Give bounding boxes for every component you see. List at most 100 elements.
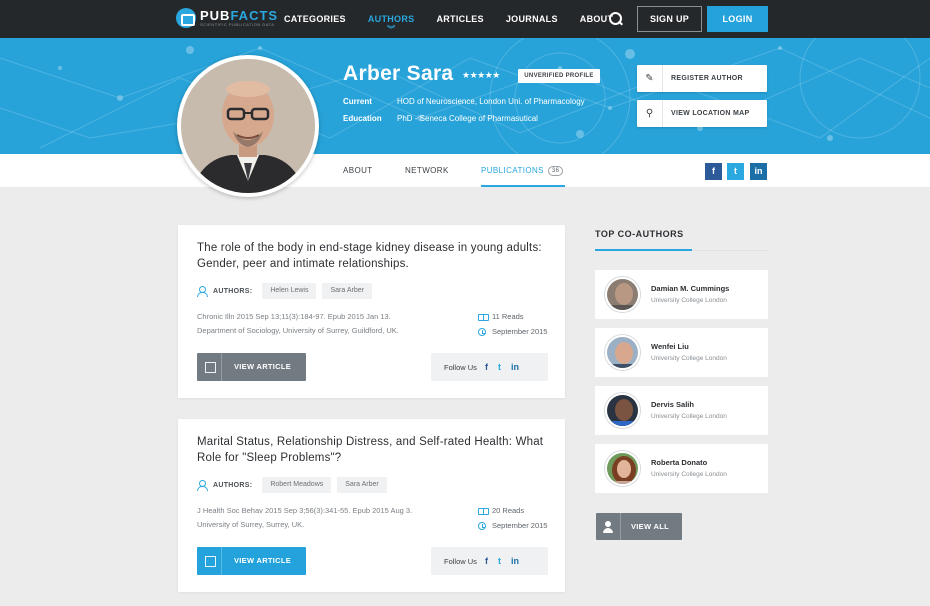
view-all-coauthors-button[interactable]: VIEW ALL [596, 513, 682, 540]
affiliation-text: University of Surrey, Surrey, UK. [197, 520, 305, 529]
author-chip[interactable]: Helen Lewis [262, 283, 317, 299]
author-photo [181, 59, 315, 193]
login-button[interactable]: LOGIN [707, 6, 768, 32]
profile-tabs: ABOUT NETWORK PUBLICATIONS 36 [0, 154, 930, 187]
nav-journals[interactable]: JOURNALS [506, 0, 558, 38]
nav-authors-label: AUTHORS [367, 14, 415, 24]
network-background-graphic [0, 38, 930, 154]
main-nav: CATEGORIES AUTHORS ︾ ARTICLES JOURNALS AB… [284, 0, 635, 38]
map-pin-icon: ⚲ [637, 100, 663, 127]
section-underline [595, 249, 692, 251]
logo-icon [176, 8, 196, 28]
coauthor-avatar [605, 277, 640, 312]
nav-articles[interactable]: ARTICLES [436, 0, 483, 38]
search-icon[interactable] [608, 11, 624, 27]
citation-text: J Health Soc Behav 2015 Sep 3;56(3):341-… [197, 506, 413, 515]
coauthor-affiliation: University College London [651, 413, 727, 420]
coauthor-avatar [605, 393, 640, 428]
tab-about[interactable]: ABOUT [343, 154, 373, 187]
publication-date: September 2015 [478, 327, 547, 336]
active-indicator-icon: ︾ [387, 25, 396, 34]
book-icon [197, 547, 222, 575]
coauthor-name: Dervis Salih [651, 400, 694, 409]
glasses-icon [478, 313, 489, 321]
coauthor-card[interactable]: Roberta Donato University College London [595, 444, 768, 493]
facebook-icon[interactable]: f [485, 556, 488, 566]
rating-stars: ★★★★★ [462, 70, 500, 80]
unverified-profile-badge: UNVERIFIED PROFILE [518, 69, 600, 83]
person-icon [197, 480, 208, 491]
logo-name: PUBFACTS [200, 7, 279, 23]
linkedin-icon[interactable]: in [750, 163, 767, 180]
publications-count-badge: 36 [547, 166, 564, 176]
linkedin-icon[interactable]: in [511, 362, 519, 372]
current-label: Current [343, 97, 372, 106]
coauthor-card[interactable]: Dervis Salih University College London [595, 386, 768, 435]
authors-label: AUTHORS: [213, 287, 253, 295]
view-location-map-label: VIEW LOCATION MAP [671, 110, 750, 117]
top-navigation-bar: PUBFACTS SCIENTIFIC PUBLICATION DATA CAT… [0, 0, 930, 38]
coauthor-name: Damian M. Cummings [651, 284, 730, 293]
author-chip[interactable]: Sara Arber [322, 283, 372, 299]
logo-tagline: SCIENTIFIC PUBLICATION DATA [200, 21, 275, 27]
reads-count: 20 Reads [478, 506, 524, 515]
coauthor-card[interactable]: Damian M. Cummings University College Lo… [595, 270, 768, 319]
publication-title[interactable]: The role of the body in end-stage kidney… [197, 240, 547, 272]
glasses-icon [478, 507, 489, 515]
coauthor-avatar [605, 451, 640, 486]
tab-publications[interactable]: PUBLICATIONS 36 [481, 154, 565, 187]
register-author-button[interactable]: ✎ REGISTER AUTHOR [637, 65, 767, 92]
pubfacts-logo[interactable]: PUBFACTS SCIENTIFIC PUBLICATION DATA [176, 8, 278, 28]
reads-count: 11 Reads [478, 312, 524, 321]
coauthor-name: Wenfei Liu [651, 342, 689, 351]
publication-title[interactable]: Marital Status, Relationship Distress, a… [197, 434, 547, 466]
coauthor-affiliation: University College London [651, 355, 727, 362]
twitter-icon[interactable]: t [498, 362, 501, 372]
book-icon [197, 353, 222, 381]
publication-card: The role of the body in end-stage kidney… [178, 225, 565, 398]
twitter-icon[interactable]: t [727, 163, 744, 180]
coauthor-avatar [605, 335, 640, 370]
publication-card: Marital Status, Relationship Distress, a… [178, 419, 565, 592]
author-chip[interactable]: Sara Arber [337, 477, 387, 493]
clock-icon [478, 521, 486, 530]
education-value: PhD - Seneca College of Pharmasutical [397, 114, 538, 123]
authors-row: AUTHORS: Helen Lewis Sara Arber [197, 283, 378, 299]
view-location-map-button[interactable]: ⚲ VIEW LOCATION MAP [637, 100, 767, 127]
linkedin-icon[interactable]: in [511, 556, 519, 566]
follow-us-bar: Follow Us f t in [431, 353, 548, 381]
tab-publications-label: PUBLICATIONS [481, 166, 544, 175]
register-author-label: REGISTER AUTHOR [671, 75, 743, 82]
current-value: HOD of Neuroscience, London Uni. of Phar… [397, 97, 585, 106]
tab-network[interactable]: NETWORK [405, 154, 449, 187]
twitter-icon[interactable]: t [498, 556, 501, 566]
facebook-icon[interactable]: f [485, 362, 488, 372]
follow-us-bar: Follow Us f t in [431, 547, 548, 575]
author-avatar [177, 55, 319, 197]
coauthor-affiliation: University College London [651, 297, 727, 304]
top-coauthors-heading: TOP CO-AUTHORS [595, 229, 684, 239]
education-label: Education [343, 114, 382, 123]
author-name: Arber Sara [343, 62, 454, 85]
person-icon [596, 513, 621, 540]
citation-text: Chronic Illn 2015 Sep 13;11(3):184-97. E… [197, 312, 391, 321]
author-chip[interactable]: Robert Meadows [262, 477, 332, 493]
edit-icon: ✎ [637, 65, 663, 92]
person-icon [197, 286, 208, 297]
follow-us-label: Follow Us [444, 362, 477, 372]
nav-authors[interactable]: AUTHORS ︾ [368, 0, 415, 38]
view-article-button[interactable]: VIEW ARTICLE [197, 353, 306, 381]
clock-icon [478, 327, 486, 336]
signup-button[interactable]: SIGN UP [637, 6, 702, 32]
coauthor-affiliation: University College London [651, 471, 727, 478]
publication-date: September 2015 [478, 521, 547, 530]
facebook-icon[interactable]: f [705, 163, 722, 180]
view-article-button[interactable]: VIEW ARTICLE [197, 547, 306, 575]
coauthor-card[interactable]: Wenfei Liu University College London [595, 328, 768, 377]
coauthor-name: Roberta Donato [651, 458, 708, 467]
profile-hero-banner [0, 38, 930, 154]
authors-label: AUTHORS: [213, 481, 253, 489]
authors-row: AUTHORS: Robert Meadows Sara Arber [197, 477, 393, 493]
nav-categories[interactable]: CATEGORIES [284, 0, 346, 38]
affiliation-text: Department of Sociology, University of S… [197, 326, 399, 335]
